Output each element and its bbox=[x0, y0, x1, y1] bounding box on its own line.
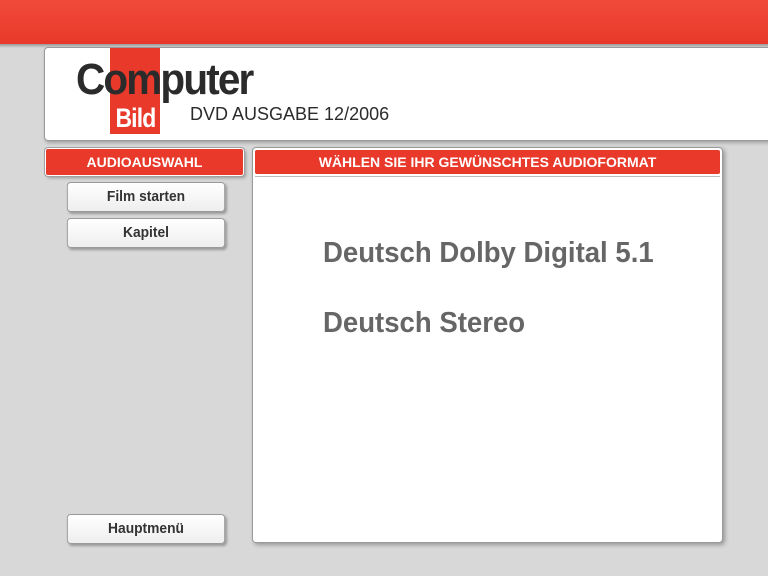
edition-label: DVD AUSGABE 12/2006 bbox=[190, 104, 390, 124]
logo-bild-text: Bild bbox=[115, 103, 156, 133]
audio-selection-active-item[interactable]: AUDIOAUSWAHL bbox=[45, 148, 244, 176]
logo-computer-text: Computer bbox=[76, 55, 254, 104]
heading-divider bbox=[255, 176, 720, 177]
chapters-button[interactable]: Kapitel bbox=[66, 218, 226, 248]
audio-format-heading: WÄHLEN SIE IHR GEWÜNSCHTES AUDIOFORMAT bbox=[255, 150, 720, 174]
main-menu-button[interactable]: Hauptmenü bbox=[66, 514, 226, 544]
audio-option-dolby-digital[interactable]: Deutsch Dolby Digital 5.1 bbox=[323, 237, 654, 270]
film-start-button[interactable]: Film starten bbox=[66, 182, 226, 212]
audio-option-stereo[interactable]: Deutsch Stereo bbox=[323, 307, 525, 340]
audio-format-panel: WÄHLEN SIE IHR GEWÜNSCHTES AUDIOFORMAT D… bbox=[252, 147, 723, 543]
top-red-bar bbox=[0, 0, 768, 44]
